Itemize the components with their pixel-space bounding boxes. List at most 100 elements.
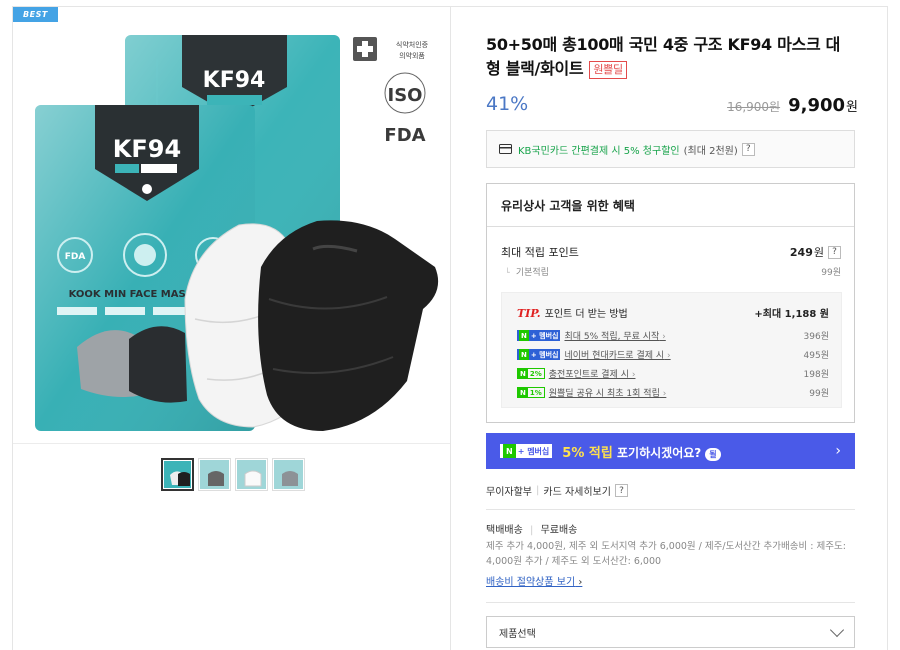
banner-message: 포기하시겠어요? [617, 445, 702, 460]
tip-row-value: 99원 [809, 389, 829, 399]
thumbnail-strip [161, 458, 305, 491]
naver-membership-badge: N + 멤버십 [517, 330, 561, 341]
option-select-placeholder: 제품선택 [499, 628, 536, 640]
sale-price-unit: 원 [846, 100, 858, 115]
tip-row-left: N 2% 충전포인트로 결제 시 [517, 367, 635, 380]
banner-highlight: 5% 적립 [562, 445, 613, 461]
tip-title: 포인트 더 받는 방법 [544, 309, 628, 320]
tip-row-link[interactable]: 네이버 현대카드로 결제 시 [564, 348, 670, 361]
tip-box: TIP. 포인트 더 받는 방법 +최대 1,188 원 N + 멤버십 최대 5%… [501, 292, 842, 408]
tip-mark: TIP. [517, 307, 541, 320]
benefit-title: 유리상사 고객을 위한 혜택 [501, 199, 635, 213]
naver-pay-percent-badge: N 1% [517, 387, 545, 398]
card-promo-note: (최대 2천원) [683, 145, 738, 157]
tip-max-points: +최대 1,188 원 [754, 309, 829, 320]
tip-row-link[interactable]: 최대 5% 적립, 무료 시작 [564, 329, 665, 342]
price-box: 16,900원 9,900원 [727, 95, 858, 116]
installment-row: 무이자할부 | 카드 자세히보기 ? [486, 483, 628, 498]
svg-text:FDA: FDA [65, 252, 86, 262]
banner-text: 5% 적립 포기하시겠어요? 될 [562, 442, 721, 461]
max-points-unit: 원 [813, 246, 824, 259]
card-details-link[interactable]: 카드 자세히보기 [543, 483, 611, 498]
original-price: 16,900원 [727, 100, 781, 114]
tip-header: TIP. 포인트 더 받는 방법 +최대 1,188 원 [517, 305, 829, 320]
tip-row-value: 396원 [803, 332, 829, 342]
product-title-text: 50+50매 총100매 국민 4중 구조 KF94 마스크 대형 블랙/화이트 [486, 35, 841, 78]
svg-text:KF94: KF94 [113, 135, 181, 163]
cert-logos: 식약처인증 의약외품 ISO FDA [353, 37, 429, 146]
thumbnail-image [164, 461, 191, 488]
tip-row-link[interactable]: 원쁠딜 공유 시 최초 1회 적립 [549, 386, 667, 399]
thumbnail-image [237, 460, 266, 489]
product-option-select[interactable]: 제품선택 [486, 616, 855, 648]
naver-membership-badge: N + 멤버십 [517, 349, 561, 360]
shipping-type: 택배배송 [486, 525, 523, 536]
thumbnail-image [200, 460, 229, 489]
tip-row-charge-points[interactable]: N2% 충전포인트로 결제 시 198원 [517, 367, 829, 380]
basic-points-value: 99원 [821, 268, 841, 278]
membership-banner[interactable]: N + 멤버십 5% 적립 포기하시겠어요? 될 › [486, 433, 855, 469]
banner-membership-badge: N + 멤버십 [500, 444, 553, 458]
tip-row-left: N + 멤버십 최대 5% 적립, 무료 시작 [517, 329, 666, 342]
svg-text:식약처인증: 식약처인증 [396, 40, 429, 49]
tip-row-link[interactable]: 충전포인트로 결제 시 [549, 367, 636, 380]
chevron-right-icon: › [835, 443, 841, 459]
tip-row-value: 198원 [803, 370, 829, 380]
product-info-section: 50+50매 총100매 국민 4중 구조 KF94 마스크 대형 블랙/화이트… [486, 7, 858, 650]
thumbnail-image [274, 460, 303, 489]
max-points-value-wrap: 249 원 ? [790, 244, 841, 260]
card-discount-promo: KB국민카드 간편결제 시 5% 청구할인 (최대 2천원) ? [486, 130, 855, 168]
product-main-image[interactable]: KF94 KF94 FDA KOOK MIN FACE MASK KF94 식약… [17, 29, 447, 441]
shipping-row: 택배배송 | 무료배송 [486, 521, 577, 536]
tip-row-hyundai-card[interactable]: N+ 멤버십 네이버 현대카드로 결제 시 495원 [517, 348, 829, 361]
separator: | [536, 485, 540, 496]
black-mask [258, 220, 439, 431]
card-promo-help-button[interactable]: ? [741, 142, 755, 156]
svg-text:KF94: KF94 [203, 68, 266, 93]
image-divider [13, 443, 450, 444]
tip-row-left: N 1% 원쁠딜 공유 시 최초 1회 적립 [517, 386, 666, 399]
svg-text:ISO: ISO [388, 85, 423, 106]
mask-product-illustration: KF94 KF94 FDA KOOK MIN FACE MASK KF94 식약… [35, 35, 439, 431]
max-points-help-button[interactable]: ? [828, 245, 841, 259]
chevron-down-icon [829, 622, 845, 637]
svg-text:FDA: FDA [384, 125, 425, 146]
product-frame: BEST KF94 KF94 FDA KOOK MIN FACE MASK KF… [12, 6, 888, 650]
sale-price: 9,900 [788, 95, 846, 116]
tip-row-membership[interactable]: N+ 멤버십 최대 5% 적립, 무료 시작 396원 [517, 329, 829, 342]
thumbnail-4[interactable] [272, 458, 305, 491]
discount-rate: 41% [486, 93, 529, 115]
thumbnail-1[interactable] [161, 458, 194, 491]
best-badge: BEST [13, 7, 58, 22]
wonplus-deal-badge: 원쁠딜 [589, 60, 627, 79]
installment-help-button[interactable]: ? [614, 484, 628, 497]
card-promo-text: KB국민카드 간편결제 시 5% 청구할인 [518, 145, 680, 157]
separator: | [530, 525, 534, 536]
sale-price-wrap: 9,900원 [788, 95, 858, 116]
tip-title-wrap: TIP. 포인트 더 받는 방법 [517, 305, 628, 320]
tip-row-value: 495원 [803, 351, 829, 361]
max-points-value: 249 [789, 245, 813, 259]
shipping-saver-link[interactable]: 배송비 절약상품 보기 [486, 573, 582, 588]
credit-card-icon [499, 144, 512, 154]
tip-row-share[interactable]: N1% 원쁠딜 공유 시 최초 1회 적립 99원 [517, 386, 829, 399]
banner-pill: 될 [705, 447, 721, 461]
naver-pay-percent-badge: N 2% [517, 368, 545, 379]
max-points-label: 최대 적립 포인트 [501, 246, 579, 259]
basic-points-row: 기본적립 99원 [501, 265, 841, 278]
section-divider [486, 602, 855, 603]
benefit-divider [487, 226, 854, 227]
product-image-section: BEST KF94 KF94 FDA KOOK MIN FACE MASK KF… [13, 7, 451, 650]
tip-row-left: N + 멤버십 네이버 현대카드로 결제 시 [517, 348, 671, 361]
shipping-fee: 무료배송 [540, 525, 578, 536]
customer-benefit-box: 유리상사 고객을 위한 혜택 최대 적립 포인트 249원 ? 기본적립 99원… [486, 183, 855, 423]
thumbnail-3[interactable] [235, 458, 268, 491]
product-title: 50+50매 총100매 국민 4중 구조 KF94 마스크 대형 블랙/화이트… [486, 33, 846, 81]
section-divider [486, 509, 855, 510]
installment-label: 무이자할부 [486, 487, 532, 498]
svg-text:의약외품: 의약외품 [399, 51, 425, 60]
shipping-description: 제주 추가 4,000원, 제주 외 도서지역 추가 6,000원 / 제주/도… [486, 541, 846, 567]
max-points-row: 최대 적립 포인트 249 원 ? [501, 244, 841, 260]
thumbnail-2[interactable] [198, 458, 231, 491]
basic-points-label: 기본적립 [501, 265, 549, 278]
